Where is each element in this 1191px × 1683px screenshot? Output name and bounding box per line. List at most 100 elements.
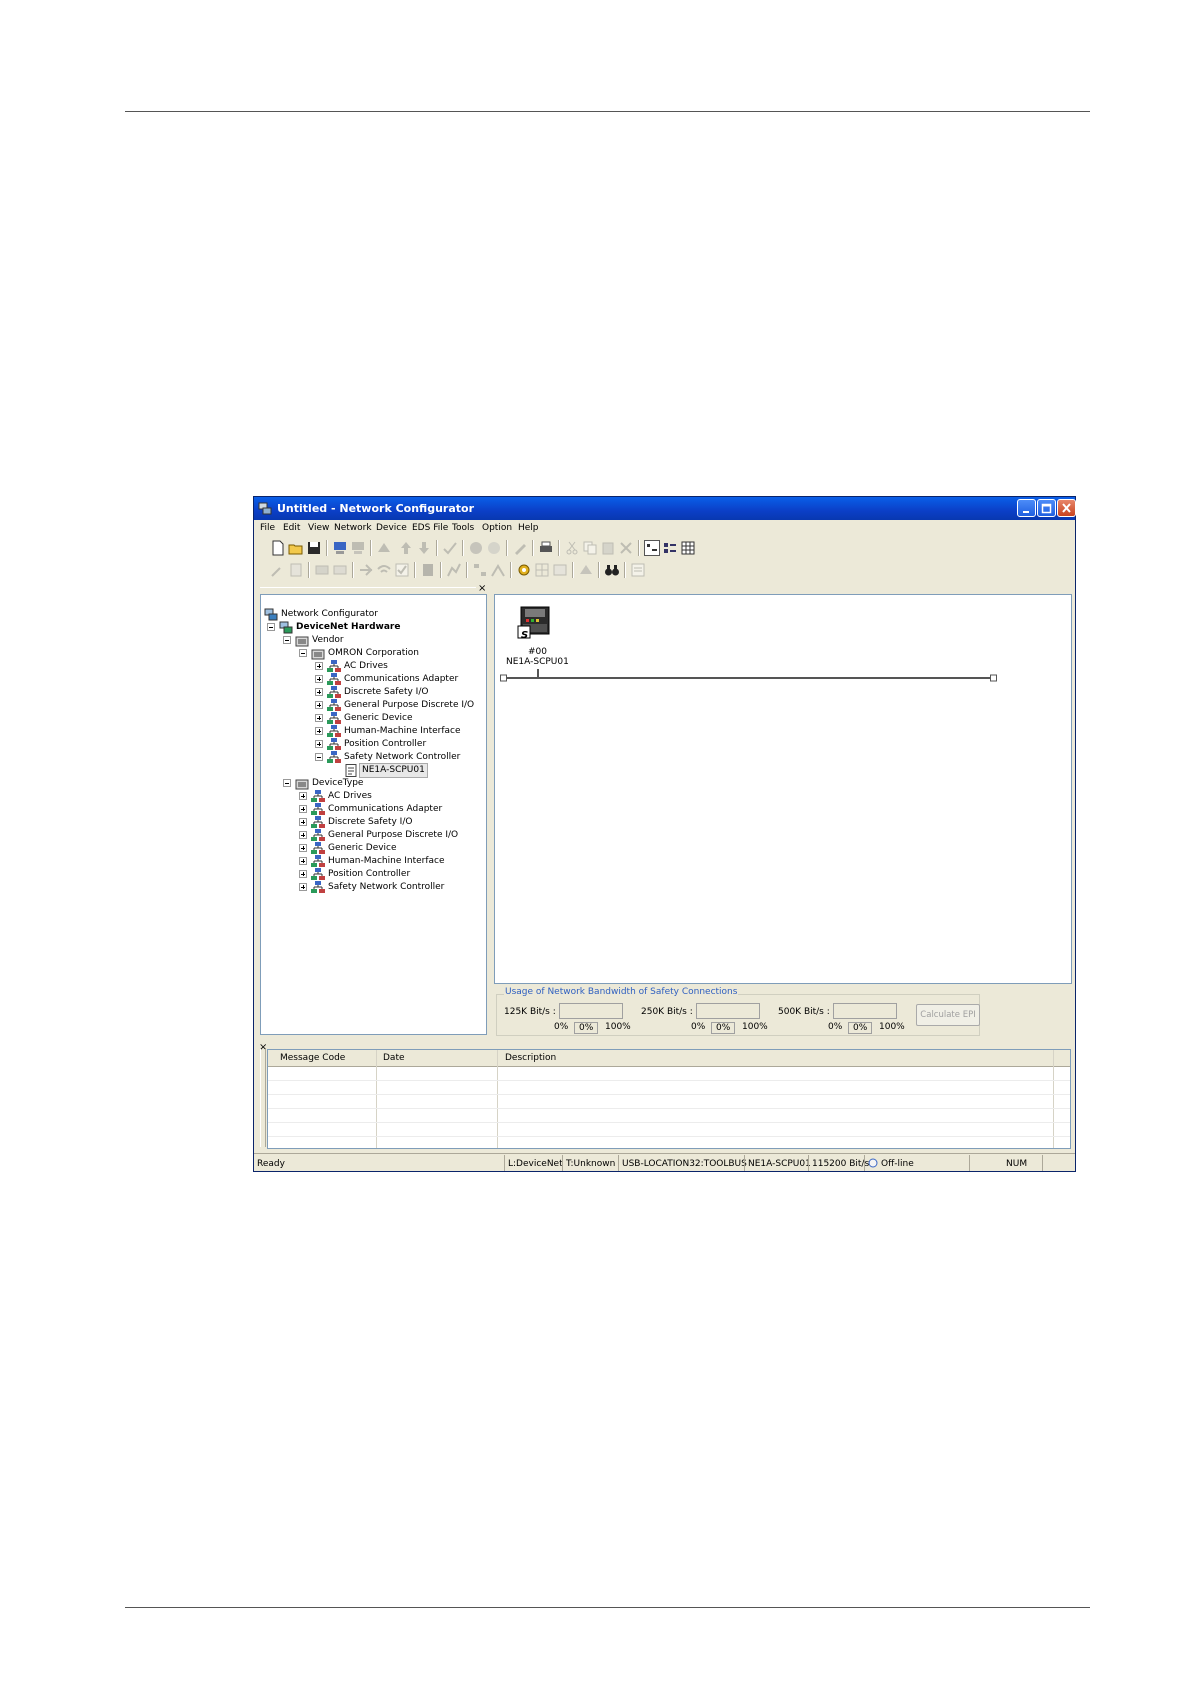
paste-icon[interactable] [600, 540, 616, 556]
expand-icon[interactable] [299, 857, 307, 865]
title-bar[interactable]: Untitled - Network Configurator [254, 497, 1076, 520]
menu-device[interactable]: Device [376, 523, 407, 533]
tool-register-icon[interactable] [314, 562, 330, 578]
find-binoculars-icon[interactable] [604, 562, 620, 578]
rate-125k-bar [559, 1003, 623, 1019]
expand-icon[interactable] [315, 727, 323, 735]
menu-tools[interactable]: Tools [452, 523, 474, 533]
menu-option[interactable]: Option [482, 523, 512, 533]
connect-icon[interactable] [332, 540, 348, 556]
save-icon[interactable] [306, 540, 322, 556]
copy-icon[interactable] [582, 540, 598, 556]
bandwidth-panel: Usage of Network Bandwidth of Safety Con… [494, 984, 1072, 1037]
network-trunk-line[interactable] [500, 667, 1000, 683]
large-icons-view-icon[interactable] [644, 540, 660, 556]
monitor-stop-icon[interactable] [486, 540, 502, 556]
minimize-button[interactable] [1017, 499, 1036, 517]
expand-icon[interactable] [315, 740, 323, 748]
device-group-icon [327, 673, 341, 685]
upload-icon[interactable] [398, 540, 414, 556]
message-log-table: Message Code Date Description [267, 1049, 1071, 1149]
network-canvas[interactable]: S #00 NE1A-SCPU01 [494, 594, 1072, 984]
cut-icon[interactable] [564, 540, 580, 556]
expand-icon[interactable] [299, 792, 307, 800]
rate-500k-min: 0% [828, 1022, 843, 1032]
device-group-icon [311, 881, 325, 893]
expand-icon[interactable] [315, 688, 323, 696]
status-port: USB-LOCATION32:TOOLBUS [622, 1159, 747, 1169]
device-group-icon [327, 738, 341, 750]
calculate-epi-button[interactable]: Calculate EPI [916, 1004, 980, 1026]
expand-icon[interactable] [315, 714, 323, 722]
print-icon[interactable] [538, 540, 554, 556]
status-ready: Ready [257, 1159, 285, 1169]
maximize-button[interactable] [1037, 499, 1056, 517]
rate-500k-bar [833, 1003, 897, 1019]
menu-network[interactable]: Network [334, 523, 372, 533]
log-pane-grip[interactable] [260, 1049, 266, 1147]
safety-badge: S [521, 630, 529, 641]
collapse-icon[interactable] [267, 623, 275, 631]
menu-file[interactable]: File [260, 523, 275, 533]
tool-parameters-icon[interactable] [578, 562, 594, 578]
tool-book-icon[interactable] [420, 562, 436, 578]
rate-250k-bar [696, 1003, 760, 1019]
parameter-icon[interactable] [376, 540, 392, 556]
tool-properties-icon[interactable] [630, 562, 646, 578]
device-group-icon [311, 829, 325, 841]
col-description[interactable]: Description [505, 1053, 556, 1063]
list-view-icon[interactable] [662, 540, 678, 556]
status-bar: Ready L:DeviceNet T:Unknown USB-LOCATION… [254, 1153, 1075, 1172]
device-group-icon [327, 686, 341, 698]
details-view-icon[interactable] [680, 540, 696, 556]
device-group-icon [327, 699, 341, 711]
expand-icon[interactable] [315, 701, 323, 709]
tool-flow-icon[interactable] [472, 562, 488, 578]
tool-unregister-icon[interactable] [332, 562, 348, 578]
tool-chart-icon[interactable] [446, 562, 462, 578]
tool-window-icon[interactable] [552, 562, 568, 578]
device-group-icon [327, 751, 341, 763]
tool-grid-icon[interactable] [534, 562, 550, 578]
menu-view[interactable]: View [308, 523, 329, 533]
tool-check-icon[interactable] [394, 562, 410, 578]
tool-wifi-icon[interactable] [376, 562, 392, 578]
tool-wand-icon[interactable] [270, 562, 286, 578]
expand-icon[interactable] [299, 883, 307, 891]
tree-pane-close-icon[interactable]: × [478, 583, 486, 594]
menu-eds-file[interactable]: EDS File [412, 523, 448, 533]
close-button[interactable] [1057, 499, 1076, 517]
monitor-icon[interactable] [468, 540, 484, 556]
expand-icon[interactable] [315, 662, 323, 670]
collapse-icon[interactable] [315, 753, 323, 761]
disconnect-icon[interactable] [350, 540, 366, 556]
verify-icon[interactable] [442, 540, 458, 556]
tool-arrow-icon[interactable] [358, 562, 374, 578]
col-message-code[interactable]: Message Code [280, 1053, 345, 1063]
edit-device-icon[interactable] [512, 540, 528, 556]
new-file-icon[interactable] [270, 540, 286, 556]
collapse-icon[interactable] [283, 779, 291, 787]
expand-icon[interactable] [299, 818, 307, 826]
download-icon[interactable] [416, 540, 432, 556]
expand-icon[interactable] [299, 844, 307, 852]
device-group-icon [311, 803, 325, 815]
expand-icon[interactable] [299, 805, 307, 813]
expand-icon[interactable] [315, 675, 323, 683]
collapse-icon[interactable] [299, 649, 307, 657]
tool-graph-icon[interactable] [490, 562, 506, 578]
status-num: NUM [1006, 1159, 1028, 1169]
menu-edit[interactable]: Edit [283, 523, 300, 533]
menu-help[interactable]: Help [518, 523, 539, 533]
collapse-icon[interactable] [283, 636, 291, 644]
expand-icon[interactable] [299, 870, 307, 878]
rate-250k-max: 100% [742, 1022, 768, 1032]
delete-icon[interactable] [618, 540, 634, 556]
tool-sheet-icon[interactable] [288, 562, 304, 578]
device-doc-icon [345, 764, 357, 777]
col-date[interactable]: Date [383, 1053, 405, 1063]
open-folder-icon[interactable] [288, 540, 304, 556]
app-icon [258, 502, 272, 515]
expand-icon[interactable] [299, 831, 307, 839]
tool-gear-icon[interactable] [516, 562, 532, 578]
